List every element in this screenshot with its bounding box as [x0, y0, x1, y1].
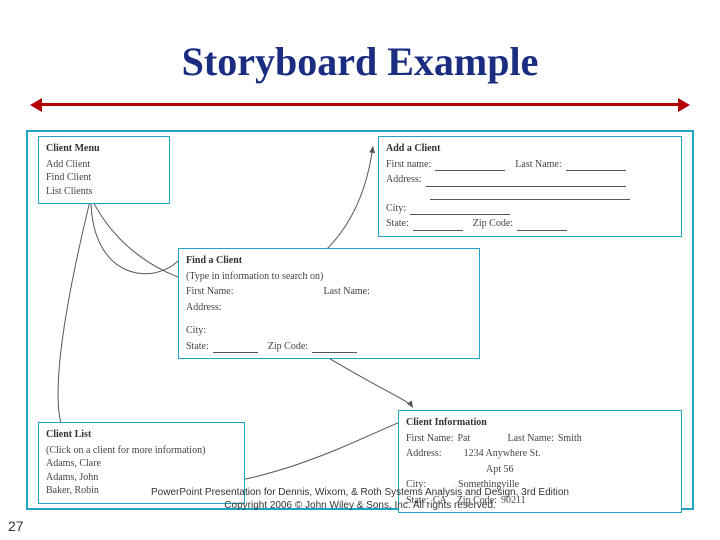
find-client-box: Find a Client (Type in information to se… — [178, 248, 480, 359]
client-menu-box: Client Menu Add Client Find Client List … — [38, 136, 170, 204]
footer-line1: PowerPoint Presentation for Dennis, Wixo… — [151, 487, 569, 498]
add-client-box: Add a Client First name: Last Name: Addr… — [378, 136, 682, 237]
value: Smith — [558, 432, 582, 446]
menu-item: List Clients — [46, 185, 162, 199]
blank-line — [566, 160, 626, 171]
page-title: Storyboard Example — [0, 38, 720, 85]
label: State: — [386, 217, 409, 231]
blank-line — [430, 189, 630, 200]
arrow-right-icon — [678, 98, 690, 112]
menu-item: Add Client — [46, 158, 162, 172]
label: Address: — [406, 447, 442, 461]
label: City: — [186, 324, 206, 338]
blank-line — [413, 220, 463, 231]
client-list-title: Client List — [46, 428, 237, 442]
blank-line — [517, 220, 567, 231]
blank-line — [213, 342, 258, 353]
label: Zip Code: — [473, 217, 513, 231]
find-client-subtitle: (Type in information to search on) — [186, 270, 472, 284]
footer-line2: Copyright 2006 © John Wiley & Sons, Inc.… — [224, 500, 495, 511]
list-item: Adams, Clare — [46, 457, 237, 471]
footer-text: PowerPoint Presentation for Dennis, Wixo… — [0, 487, 720, 512]
label: Zip Code: — [268, 340, 308, 354]
blank-line — [410, 204, 510, 215]
label: Address: — [186, 301, 222, 315]
page-number: 27 — [8, 518, 24, 534]
blank-line — [426, 176, 626, 187]
label: Last Name: — [515, 158, 561, 172]
menu-item: Find Client — [46, 171, 162, 185]
value: 1234 Anywhere St. — [464, 447, 541, 461]
label: State: — [186, 340, 209, 354]
find-client-title: Find a Client — [186, 254, 472, 268]
client-menu-title: Client Menu — [46, 142, 162, 156]
blank-line — [435, 160, 505, 171]
slide: Storyboard Example Client Menu A — [0, 0, 720, 540]
label: First Name: — [186, 285, 234, 299]
value: Apt 56 — [486, 463, 674, 477]
label: First name: — [386, 158, 431, 172]
divider-line — [40, 103, 680, 106]
label: First Name: — [406, 432, 454, 446]
add-client-title: Add a Client — [386, 142, 674, 156]
label: Last Name: — [324, 285, 370, 299]
label: Last Name: — [508, 432, 554, 446]
list-item: Adams, John — [46, 471, 237, 485]
value: Pat — [458, 432, 498, 446]
title-divider — [30, 98, 690, 110]
storyboard-diagram: Client Menu Add Client Find Client List … — [26, 130, 694, 510]
label: Address: — [386, 173, 422, 187]
label: City: — [386, 202, 406, 216]
blank-line — [312, 342, 357, 353]
client-info-title: Client Information — [406, 416, 674, 430]
client-list-subtitle: (Click on a client for more information) — [46, 444, 237, 458]
